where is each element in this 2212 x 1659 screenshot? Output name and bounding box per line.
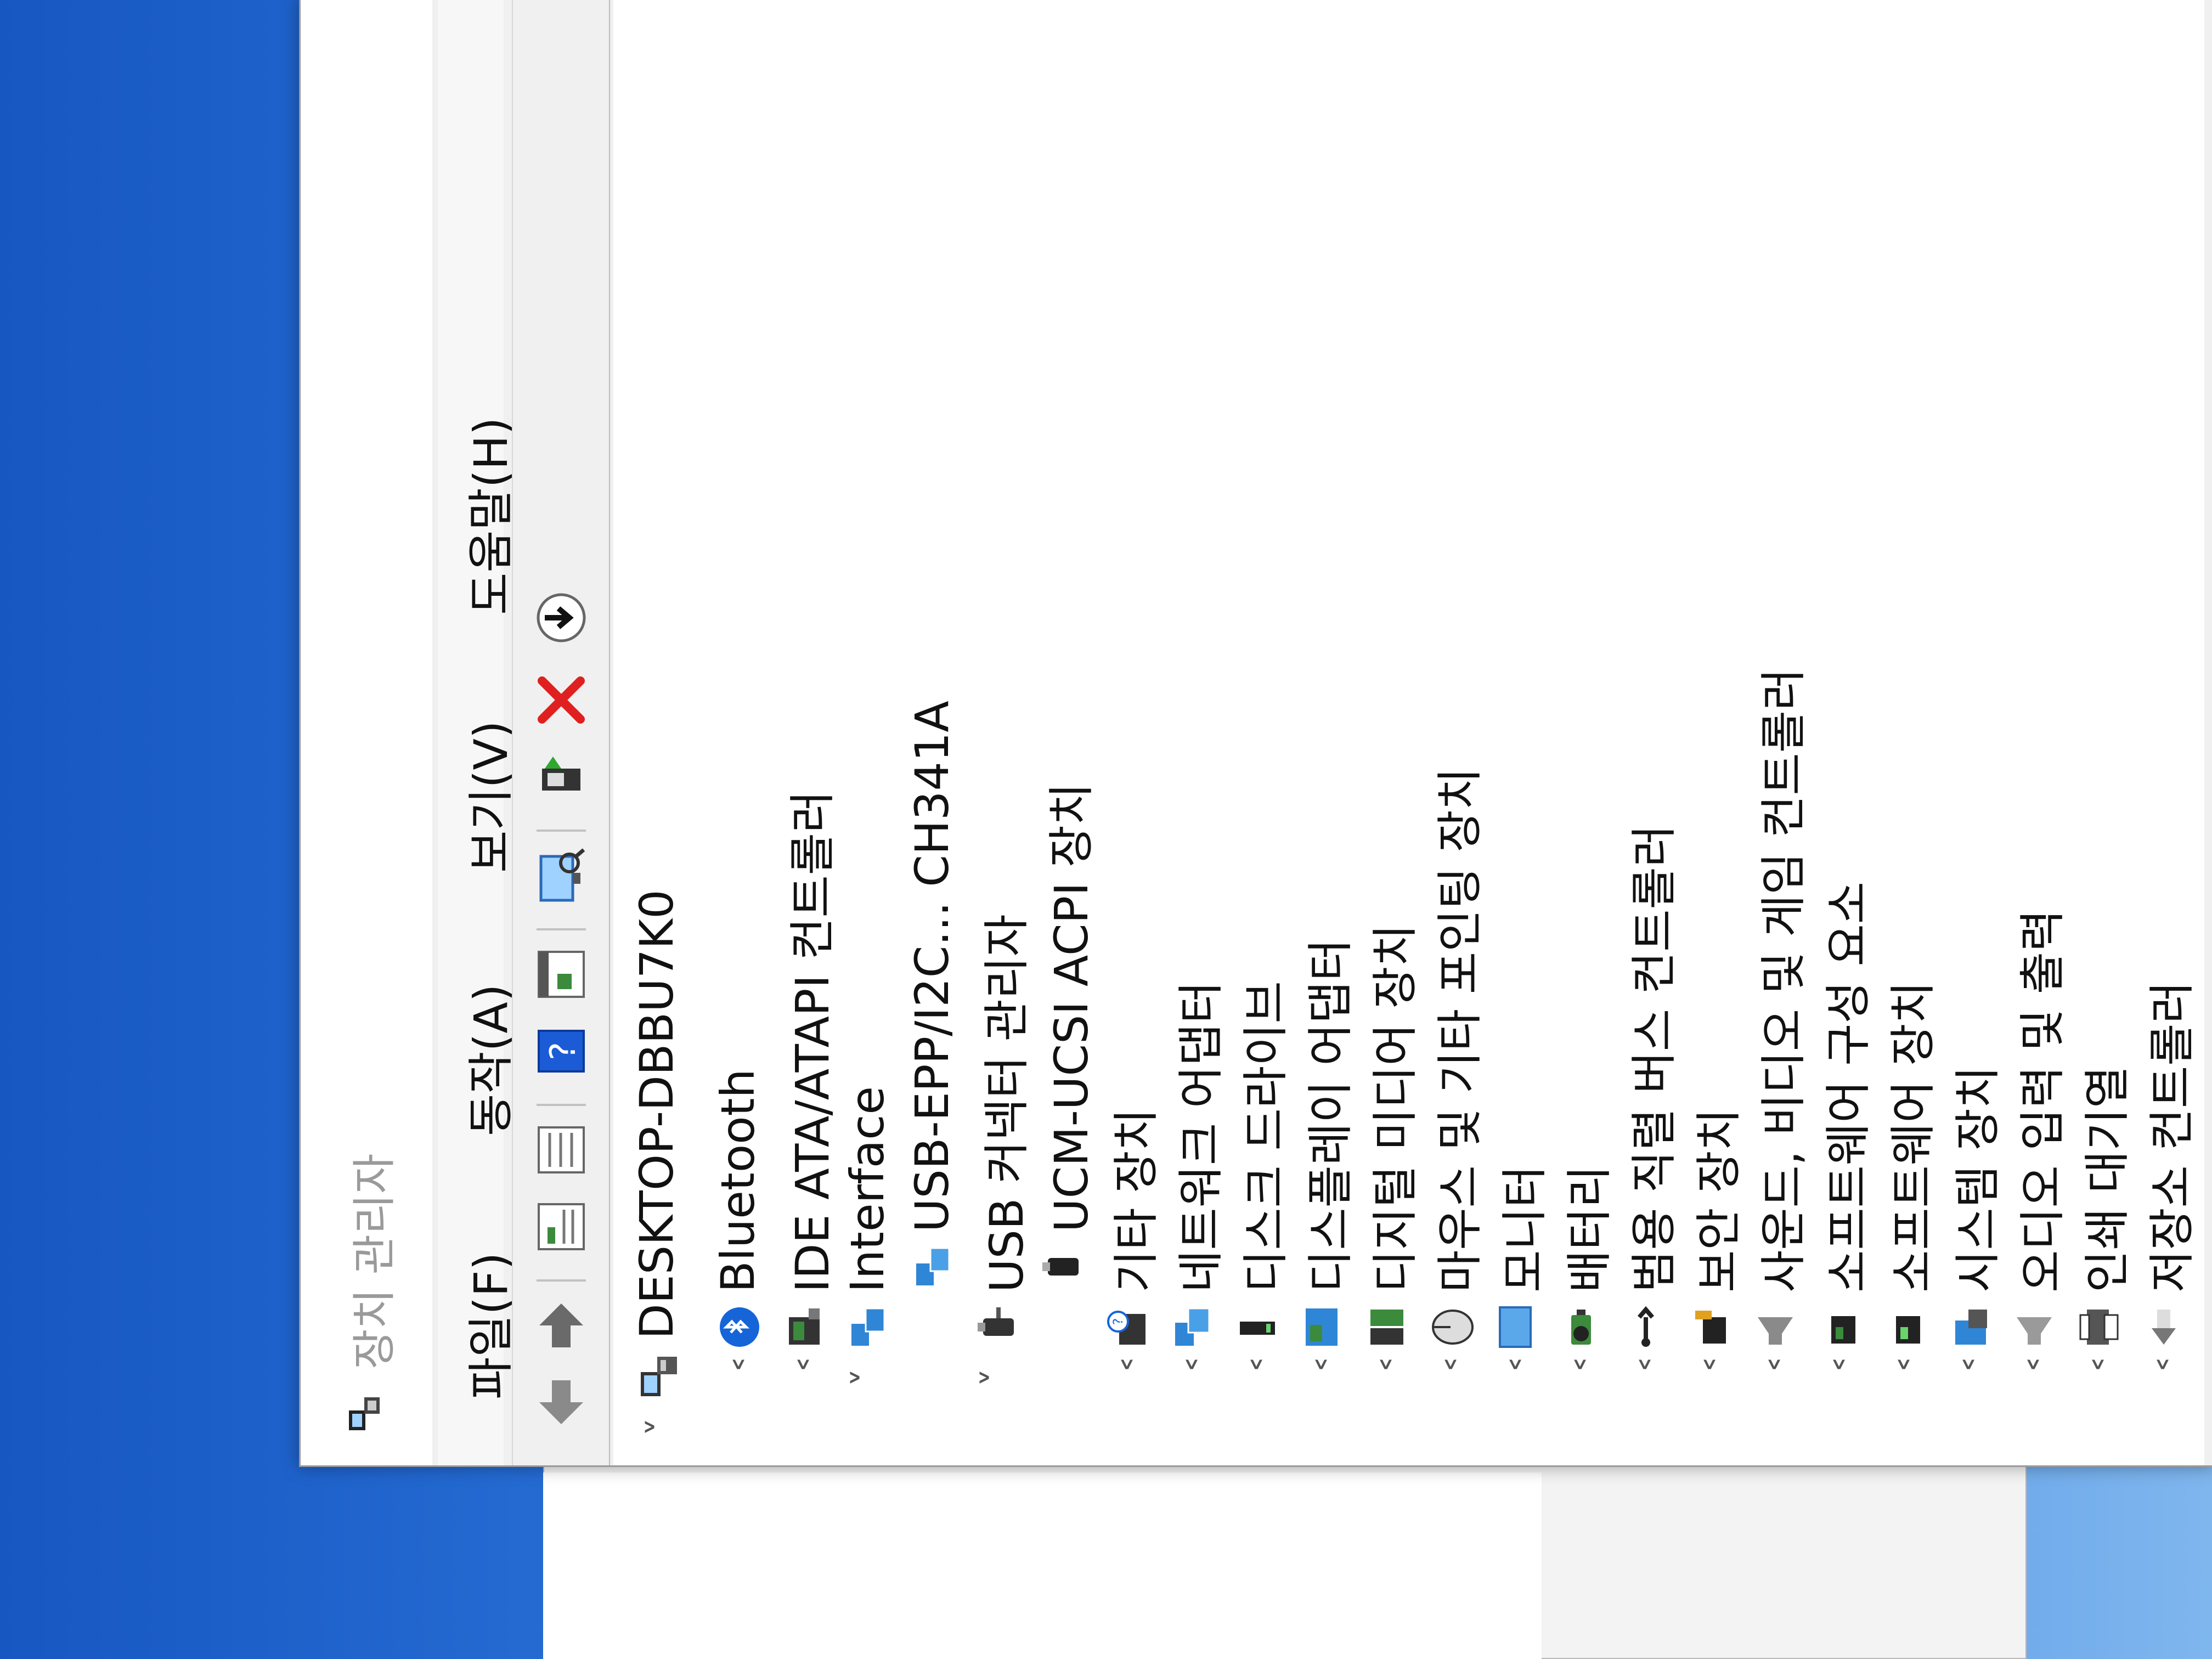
tree-root-computer[interactable]: DESKTOP-DBBU7K0 [630,889,696,1339]
chevron-right-icon[interactable]: ˅ [1628,1355,1661,1400]
usb-connector-icon [978,1307,1014,1336]
chevron-right-icon[interactable]: ˅ [2146,1355,2179,1400]
enable-device-icon[interactable] [531,747,591,807]
mouse-icon [1432,1310,1474,1345]
tree-category-item[interactable]: 소프트웨어 장치 [1876,981,1942,1293]
device-manager-scene: 시 제 장 원 시 고 장치 관리자 파일(F) 동작(A) 보기(V) 도움말… [0,0,2212,1659]
bluetooth-icon [720,1307,759,1347]
chevron-right-icon[interactable]: ˅ [722,1355,755,1400]
tree-category-item[interactable]: 오디오 입력 및 출력 [2006,910,2072,1293]
display-adapter-icon [1306,1308,1338,1346]
chevron-right-icon[interactable]: ˅ [1952,1355,1985,1400]
tree-category-item[interactable]: Bluetooth [711,1069,777,1293]
audio-io-icon [2017,1317,2052,1345]
security-device-icon [1695,1311,1726,1344]
tree-category-item[interactable]: 디스플레이 어댑터 [1294,939,1359,1293]
tree-category-item[interactable]: 범용 직렬 버스 컨트롤러 [1617,825,1683,1293]
tree-child-item[interactable]: UCM-UCSI ACPI 장치 [1035,783,1101,1232]
digital-media-icon [1370,1310,1403,1345]
software-device-icon [1896,1316,1920,1344]
tree-category-item[interactable]: 모니터 [1488,1165,1554,1293]
system-device-icon [1955,1310,1987,1345]
tree-category-item[interactable]: 네트워크 어댑터 [1164,981,1230,1293]
menu-help[interactable]: 도움말(H) [454,417,521,615]
chevron-down-icon[interactable]: ˅ [845,1361,890,1394]
usb-device-icon [916,1247,950,1285]
battery-icon [1571,1310,1591,1345]
tree-category-item[interactable]: USB 커넥터 관리자 [970,914,1036,1293]
ide-controller-icon [789,1308,820,1345]
unknown-device-icon: ? [1107,1311,1146,1345]
chevron-right-icon[interactable]: ˅ [1240,1355,1273,1400]
chevron-right-icon[interactable]: ˅ [1499,1355,1532,1400]
device-tree: ˅ DESKTOP-DBBU7K0 ˅ Bluetooth ˅ IDE ATA/ATA… [613,0,2204,1465]
tree-child-item[interactable]: USB-EPP/I2C... CH341A [905,701,971,1232]
chevron-right-icon[interactable]: ˅ [1110,1355,1143,1400]
tree-category-item[interactable]: IDE ATA/ATAPI 컨트롤러 [776,791,842,1293]
chevron-down-icon[interactable]: ˅ [640,1410,685,1443]
network-icon [851,1307,885,1346]
monitor-icon [1499,1306,1532,1348]
svg-text:?: ? [1110,1318,1126,1325]
chevron-right-icon[interactable]: ˅ [1369,1355,1402,1400]
tree-category-item[interactable]: 사운드, 비디오 및 게임 컨트롤러 [1747,668,1813,1293]
back-arrow-icon[interactable] [531,1372,591,1432]
computer-icon [641,1357,677,1396]
tree-category-item[interactable]: 디지털 미디어 장치 [1358,924,1424,1293]
tree-category-item[interactable]: 인쇄 대기열 [2070,1066,2136,1293]
tree-category-item[interactable]: 배터리 [1553,1165,1618,1293]
software-component-icon [1831,1316,1855,1344]
toolbar-separator [537,928,586,930]
monitor-scan-icon[interactable] [531,845,591,906]
tree-category-item[interactable]: 시스템 장치 [1941,1066,2007,1293]
properties-icon[interactable] [531,1197,591,1257]
chevron-right-icon[interactable]: ˅ [1887,1355,1920,1400]
chevron-right-icon[interactable]: ˅ [1822,1355,1855,1400]
chevron-right-icon[interactable]: ˅ [1175,1355,1208,1400]
device-manager-window: 장치 관리자 파일(F) 동작(A) 보기(V) 도움말(H) ? ˅ DESK… [299,0,2212,1467]
uninstall-x-icon[interactable] [531,670,591,730]
tree-category-item[interactable]: Interface [840,1086,906,1293]
chevron-down-icon[interactable]: ˅ [975,1361,1020,1394]
tree-category-item[interactable]: 보안 장치 [1682,1108,1748,1293]
storage-controller-icon [2152,1310,2176,1345]
print-queue-icon [2079,1310,2119,1345]
menu-file[interactable]: 파일(F) [454,1252,521,1400]
usb-plug-icon [1042,1258,1079,1276]
svg-text:?: ? [543,1042,584,1060]
menu-action[interactable]: 동작(A) [454,984,521,1136]
forward-arrow-icon[interactable] [531,1295,591,1356]
disk-drive-icon [1240,1322,1275,1335]
tree-category-item[interactable]: 마우스 및 기타 포인팅 장치 [1423,768,1489,1293]
toolbar-separator [537,1104,586,1106]
background-window-sidebar [543,1472,1542,1659]
details-icon[interactable] [531,944,591,1005]
help-icon[interactable]: ? [531,1021,591,1081]
title-bar[interactable]: 장치 관리자 [301,0,432,1465]
chevron-right-icon[interactable]: ˅ [1305,1355,1338,1400]
tree-category-item[interactable]: 디스크 드라이브 [1229,981,1295,1293]
chevron-right-icon[interactable]: ˅ [1564,1355,1596,1400]
chevron-right-icon[interactable]: ˅ [1693,1355,1726,1400]
usb-controller-icon [1637,1306,1655,1347]
chevron-right-icon[interactable]: ˅ [1758,1355,1791,1400]
chevron-right-icon[interactable]: ˅ [2081,1355,2114,1400]
chevron-right-icon[interactable]: ˅ [787,1355,820,1400]
toolbar-separator [537,830,586,832]
list-icon[interactable] [531,1120,591,1180]
sound-icon [1758,1317,1793,1345]
menu-view[interactable]: 보기(V) [454,720,521,873]
tree-category-item[interactable]: 기타 장치 [1099,1108,1165,1293]
network-adapter-icon [1175,1307,1210,1346]
chevron-right-icon[interactable]: ˅ [2017,1355,2050,1400]
device-manager-icon [349,1397,380,1430]
tree-category-item[interactable]: 소프트웨어 구성 요소 [1812,882,1877,1293]
toolbar-separator [537,1279,586,1282]
tree-category-item[interactable]: 저장소 컨트롤러 [2135,981,2201,1293]
window-title: 장치 관리자 [349,1153,400,1369]
chevron-right-icon[interactable]: ˅ [1434,1355,1467,1400]
update-driver-icon[interactable] [531,588,591,648]
